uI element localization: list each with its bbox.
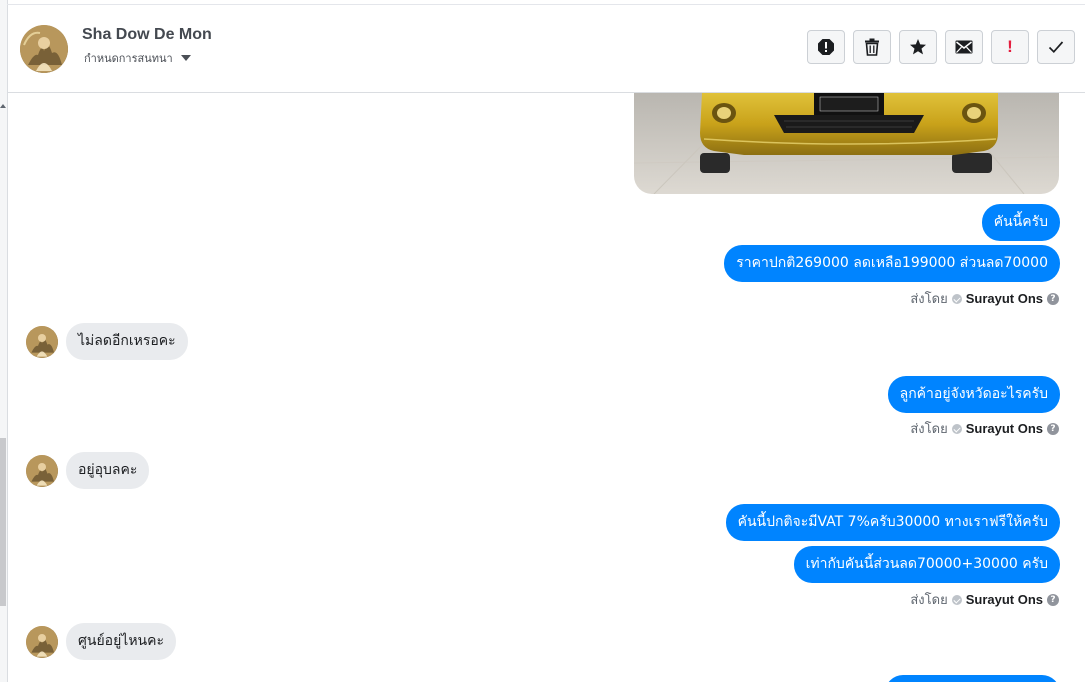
contact-avatar-small[interactable] — [26, 625, 58, 658]
sent-by-label: ส่งโดย — [910, 593, 948, 608]
sender-name[interactable]: Surayut Ons — [966, 421, 1043, 436]
conversation-header: Sha Dow De Mon กำหนดการสนทนา ! — [8, 5, 1085, 93]
contact-avatar-small[interactable] — [26, 454, 58, 487]
message-bubble-incoming[interactable]: อยู่อุบลคะ — [66, 452, 150, 489]
help-icon[interactable]: ? — [1047, 422, 1059, 435]
trash-icon — [865, 38, 879, 56]
conversation-settings-label: กำหนดการสนทนา — [84, 52, 173, 65]
incoming-message-row: ศูนย์อยู่ไหนคะ — [26, 623, 176, 660]
help-icon[interactable]: ? — [1047, 593, 1059, 606]
mark-done-button[interactable] — [1037, 30, 1075, 64]
envelope-icon — [955, 40, 973, 54]
verified-check-icon — [951, 594, 962, 605]
contact-avatar[interactable] — [20, 25, 68, 73]
conversation-settings-dropdown[interactable]: กำหนดการสนทนา — [84, 49, 191, 67]
follow-up-button[interactable]: ! — [991, 30, 1029, 64]
contact-avatar-small[interactable] — [26, 325, 58, 358]
help-icon[interactable]: ? — [1047, 292, 1059, 305]
left-panel-scrollbar[interactable] — [0, 0, 8, 682]
sent-by-label: ส่งโดย — [910, 422, 948, 437]
scroll-up-arrow-icon[interactable] — [0, 104, 6, 108]
scrollbar-thumb[interactable] — [0, 438, 6, 606]
message-bubble-outgoing[interactable]: เท่ากับคันนี้ส่วนลด70000+30000 ครับ — [793, 546, 1060, 583]
message-bubble-outgoing[interactable]: คันนี้ปกติจะมีVAT 7%ครับ30000 ทางเราฟรีใ… — [725, 504, 1060, 541]
octagon-alert-icon — [818, 39, 834, 55]
conversation-toolbar: ! — [807, 30, 1075, 64]
message-bubble-incoming[interactable]: ไม่ลดอีกเหรอคะ — [66, 323, 188, 360]
message-bubble-outgoing[interactable]: คันนี้ครับ — [981, 204, 1060, 241]
message-bubble-outgoing-partial[interactable] — [885, 675, 1060, 682]
delete-button[interactable] — [853, 30, 891, 64]
contact-name[interactable]: Sha Dow De Mon — [82, 26, 212, 44]
incoming-message-row: อยู่อุบลคะ — [26, 452, 150, 489]
star-icon — [910, 39, 926, 55]
verified-check-icon — [951, 293, 962, 304]
sent-by-label: ส่งโดย — [910, 292, 948, 307]
sender-name[interactable]: Surayut Ons — [966, 291, 1043, 306]
message-bubble-outgoing[interactable]: ลูกค้าอยู่จังหวัดอะไรครับ — [887, 376, 1060, 413]
mark-unread-button[interactable] — [945, 30, 983, 64]
message-bubble-outgoing[interactable]: ราคาปกติ269000 ลดเหลือ199000 ส่วนลด70000 — [724, 245, 1060, 282]
message-thread[interactable]: คันนี้ครับ ราคาปกติ269000 ลดเหลือ199000 … — [8, 93, 1085, 682]
checkmark-icon — [1048, 41, 1064, 54]
sent-by-line: ส่งโดย Surayut Ons ? — [910, 418, 1059, 439]
verified-check-icon — [951, 423, 962, 434]
exclamation-icon: ! — [1007, 37, 1013, 56]
message-bubble-incoming[interactable]: ศูนย์อยู่ไหนคะ — [66, 623, 176, 660]
car-photo-attachment[interactable] — [634, 93, 1059, 194]
sender-name[interactable]: Surayut Ons — [966, 592, 1043, 607]
star-button[interactable] — [899, 30, 937, 64]
sent-by-line: ส่งโดย Surayut Ons ? — [910, 288, 1059, 309]
chevron-down-icon — [180, 55, 191, 61]
report-spam-button[interactable] — [807, 30, 845, 64]
sent-by-line: ส่งโดย Surayut Ons ? — [910, 589, 1059, 610]
incoming-message-row: ไม่ลดอีกเหรอคะ — [26, 323, 188, 360]
